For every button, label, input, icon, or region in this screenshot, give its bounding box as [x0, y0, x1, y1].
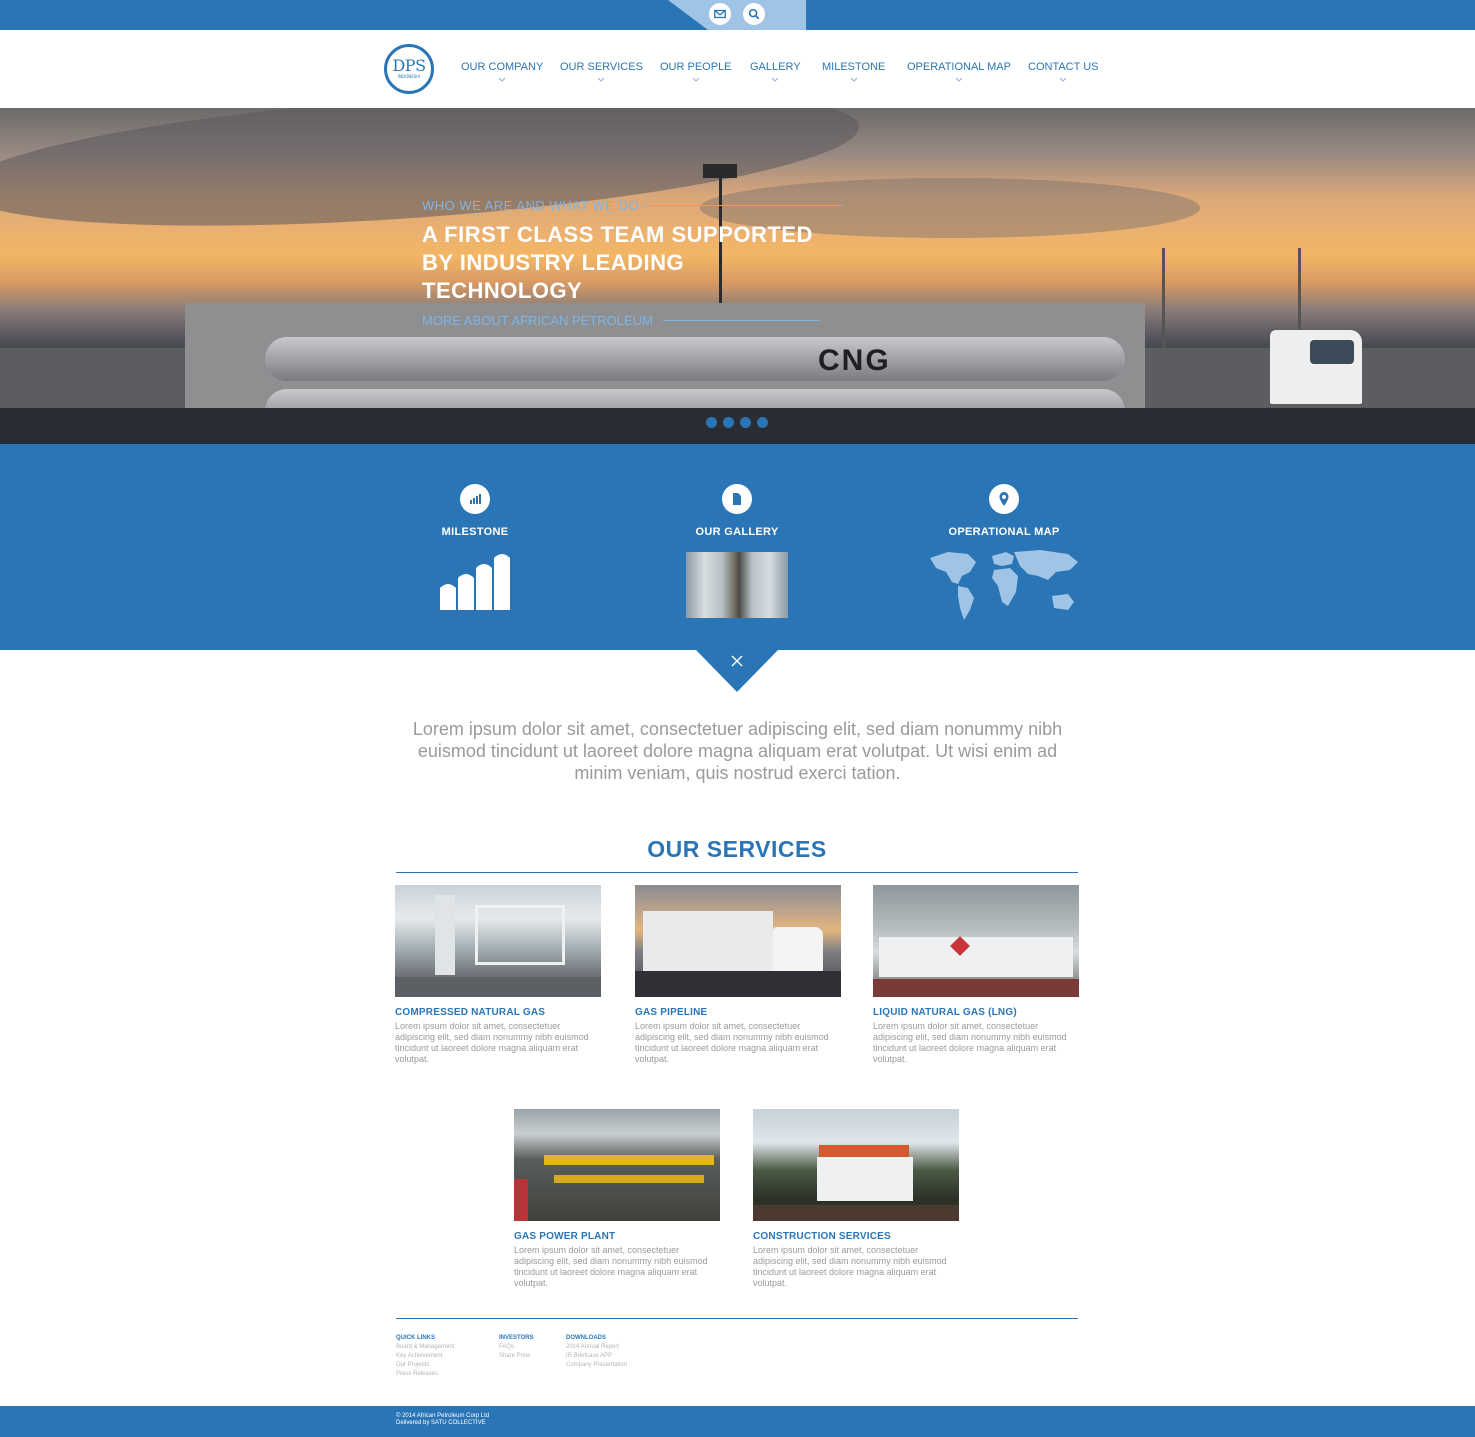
chevron-down-icon	[1059, 77, 1067, 82]
feature-band: MILESTONE OUR GALLERY OPERATIONAL MAP	[0, 444, 1475, 692]
service-card-cng[interactable]: COMPRESSED NATURAL GAS Lorem ipsum dolor…	[395, 885, 601, 1065]
top-bar	[0, 0, 1475, 30]
map-pin-icon	[989, 484, 1019, 514]
footer-link[interactable]: Company Presentation	[566, 1361, 627, 1370]
footer-investors: INVESTORS FAQs Share Price	[499, 1335, 534, 1361]
service-image	[753, 1109, 959, 1221]
slider-dot[interactable]	[723, 417, 734, 428]
service-image	[873, 885, 1079, 997]
service-card-gas-power-plant[interactable]: GAS POWER PLANT Lorem ipsum dolor sit am…	[514, 1109, 720, 1289]
footer-divider	[396, 1318, 1078, 1319]
footer-link[interactable]: Our Projects	[396, 1361, 454, 1370]
nav-item-our-services[interactable]: OUR SERVICES	[560, 61, 643, 84]
nav-item-operational-map[interactable]: OPERATIONAL MAP	[907, 61, 1011, 84]
nav-item-milestone[interactable]: MILESTONE	[822, 61, 885, 84]
chevron-down-icon	[692, 77, 700, 82]
footer-link[interactable]: 2014 Annual Report	[566, 1343, 627, 1352]
logo-subtext: INDONESIA	[397, 74, 421, 79]
footer-downloads: DOWNLOADS 2014 Annual Report IR Briefcas…	[566, 1335, 628, 1370]
hero-text: WHO WE ARE AND WHAT WE DO A FIRST CLASS …	[422, 198, 842, 328]
chevron-down-icon	[498, 77, 506, 82]
feature-operational-map[interactable]: OPERATIONAL MAP	[928, 484, 1080, 626]
services-divider	[396, 872, 1078, 873]
hero-title: A FIRST CLASS TEAM SUPPORTED BY INDUSTRY…	[422, 222, 813, 303]
company-logo[interactable]: DPS INDONESIA	[384, 44, 434, 94]
footer-link[interactable]: IR Briefcase APP	[566, 1352, 627, 1361]
search-icon[interactable]	[743, 3, 765, 25]
service-card-lng[interactable]: LIQUID NATURAL GAS (LNG) Lorem ipsum dol…	[873, 885, 1079, 1065]
footer-link[interactable]: Key Achievement	[396, 1352, 454, 1361]
hero-more-link[interactable]: MORE ABOUT AFRICAN PETROLEUM	[422, 313, 653, 328]
nav-item-our-people[interactable]: OUR PEOPLE	[660, 61, 732, 84]
service-card-construction-services[interactable]: CONSTRUCTION SERVICES Lorem ipsum dolor …	[753, 1109, 959, 1289]
credit-text[interactable]: Delivered by SATU COLLECTIVE	[396, 1420, 486, 1426]
bottom-bar: © 2014 African Petroleum Corp Ltd Delive…	[0, 1406, 1475, 1437]
footer-quick-links: QUICK LINKS Board & Management Key Achie…	[396, 1335, 455, 1379]
nav-item-our-company[interactable]: OUR COMPANY	[461, 61, 543, 84]
chevron-down-icon	[850, 77, 858, 82]
services-title: OUR SERVICES	[647, 836, 827, 862]
milestone-bars-graphic	[440, 554, 510, 610]
nav-item-gallery[interactable]: GALLERY	[750, 61, 801, 84]
cng-label: CNG	[818, 344, 891, 377]
floodlight	[703, 164, 737, 178]
slider-dots	[706, 417, 768, 428]
feature-our-gallery[interactable]: OUR GALLERY	[686, 484, 788, 618]
chevron-down-icon	[955, 77, 963, 82]
document-icon	[722, 484, 752, 514]
service-card-gas-pipeline[interactable]: GAS PIPELINE Lorem ipsum dolor sit amet,…	[635, 885, 841, 1065]
chevron-down-icon	[771, 77, 779, 82]
footer-link[interactable]: Share Price	[499, 1352, 534, 1361]
slider-dot[interactable]	[706, 417, 717, 428]
slider-dot[interactable]	[740, 417, 751, 428]
hero-kicker: WHO WE ARE AND WHAT WE DO	[422, 198, 640, 213]
footer-link[interactable]: Press Releases	[396, 1370, 454, 1379]
hero-slider: CNG WHO WE ARE AND WHAT WE DO A FIRST CL…	[0, 108, 1475, 444]
bar-chart-icon	[460, 484, 490, 514]
footer-link[interactable]: Board & Management	[396, 1343, 454, 1352]
intro-text: Lorem ipsum dolor sit amet, consectetuer…	[412, 719, 1063, 783]
logo-text: DPS	[392, 56, 426, 75]
nav-item-contact-us[interactable]: CONTACT US	[1028, 61, 1099, 84]
feature-milestone[interactable]: MILESTONE	[440, 484, 510, 614]
chevron-down-icon	[598, 77, 605, 82]
gallery-thumbnail	[686, 552, 788, 618]
service-image	[635, 885, 841, 997]
slider-dot[interactable]	[757, 417, 768, 428]
service-image	[395, 885, 601, 997]
footer-link[interactable]: FAQs	[499, 1343, 534, 1352]
mail-icon[interactable]	[709, 3, 731, 25]
service-image	[514, 1109, 720, 1221]
site-header: DPS INDONESIA OUR COMPANY OUR SERVICES O…	[0, 30, 1475, 108]
close-icon[interactable]	[731, 655, 743, 667]
world-map-graphic	[930, 550, 1078, 620]
copyright-text: © 2014 African Petroleum Corp Ltd	[396, 1413, 490, 1419]
